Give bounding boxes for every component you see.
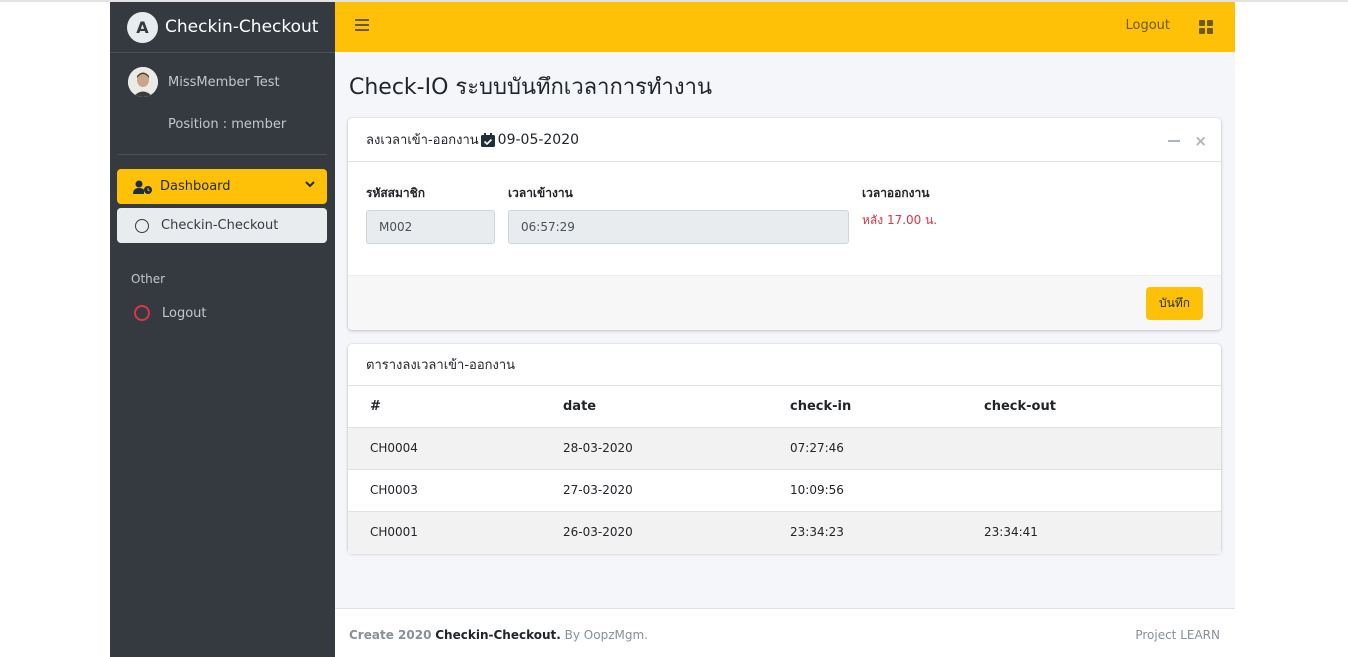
brand-logo-icon: A (127, 11, 158, 43)
card-title: ตารางลงเวลาเข้า-ออกงาน (348, 344, 1221, 386)
cell-date: 27-03-2020 (563, 483, 633, 497)
member-id-label: รหัสสมาชิก (366, 186, 426, 200)
sidebar-item-logout[interactable]: Logout (134, 305, 207, 321)
card-title: ลงเวลาเข้า-ออกงาน (366, 133, 479, 148)
save-button[interactable]: บันทึก (1146, 287, 1203, 320)
cell-id: CH0004 (370, 441, 418, 455)
cell-checkout: 23:34:41 (984, 525, 1038, 539)
calendar-check-icon (480, 132, 495, 147)
card-tools: × (1168, 132, 1207, 150)
column-header[interactable]: check-in (790, 399, 851, 414)
checkin-time-label: เวลาเข้างาน (508, 186, 573, 200)
circle-icon (135, 218, 149, 233)
page-footer: Create 2020 Checkin-Checkout. By OopzMgm… (335, 608, 1235, 657)
user-name[interactable]: MissMember Test (168, 75, 280, 90)
cell-id: CH0001 (370, 525, 418, 539)
column-header[interactable]: check-out (984, 399, 1056, 414)
table-header: # date check-in check-out (348, 386, 1221, 428)
avatar[interactable] (128, 67, 158, 97)
column-header[interactable]: date (563, 399, 596, 414)
footer-app-link[interactable]: Checkin-Checkout. (435, 628, 561, 642)
table-row[interactable]: CH0004 28-03-2020 07:27:46 (348, 428, 1221, 470)
history-card: ตารางลงเวลาเข้า-ออกงาน # date check-in c… (348, 344, 1221, 554)
brand-link[interactable]: A Checkin-Checkout (110, 2, 335, 53)
cell-checkin: 23:34:23 (790, 525, 844, 539)
sidebar-item-dashboard[interactable]: Dashboard (117, 169, 327, 204)
sidebar-item-label: Dashboard (160, 179, 231, 194)
footer-author: By OopzMgm. (564, 628, 648, 642)
menu-toggle-icon[interactable] (355, 19, 369, 33)
table-row[interactable]: CH0001 26-03-2020 23:34:23 23:34:41 (348, 512, 1221, 554)
table-row[interactable]: CH0003 27-03-2020 10:09:56 (348, 470, 1221, 512)
sidebar-header-other: Other (131, 272, 166, 286)
grid-icon[interactable] (1199, 20, 1213, 34)
circle-icon (134, 305, 150, 321)
user-position: Position : member (168, 117, 287, 132)
checkout-time-label: เวลาออกงาน (862, 186, 930, 200)
navbar-logout-link[interactable]: Logout (1125, 18, 1170, 33)
checkin-card: ลงเวลาเข้า-ออกงาน 09-05-2020 × รหัสสมาชิ… (348, 118, 1221, 330)
cell-checkin: 07:27:46 (790, 441, 844, 455)
user-panel: MissMember Test Position : member (118, 53, 327, 155)
app-shell: A Checkin-Checkout MissMember Test Posit… (110, 2, 1235, 657)
footer-credit: Create 2020 Checkin-Checkout. By OopzMgm… (349, 628, 648, 642)
user-clock-icon (133, 180, 152, 194)
footer-project: Project LEARN (1135, 628, 1220, 642)
card-date: 09-05-2020 (497, 131, 580, 148)
checkin-time-field[interactable]: 06:57:29 (508, 210, 849, 244)
close-icon[interactable]: × (1194, 132, 1207, 150)
card-header: ลงเวลาเข้า-ออกงาน 09-05-2020 × (348, 118, 1221, 162)
checkout-note: หลัง 17.00 น. (862, 213, 938, 227)
column-header[interactable]: # (370, 399, 381, 414)
sidebar-item-checkin-checkout[interactable]: Checkin-Checkout (117, 208, 327, 243)
page-title: Check-IO ระบบบันทึกเวลาการทำงาน (349, 75, 712, 100)
cell-checkin: 10:09:56 (790, 483, 844, 497)
cell-date: 26-03-2020 (563, 525, 633, 539)
collapse-icon[interactable] (1168, 140, 1181, 142)
top-navbar: Logout (335, 2, 1235, 52)
brand-name: Checkin-Checkout (165, 17, 319, 37)
cell-id: CH0003 (370, 483, 418, 497)
chevron-down-icon (305, 181, 315, 188)
sidebar: A Checkin-Checkout MissMember Test Posit… (110, 2, 335, 657)
cell-date: 28-03-2020 (563, 441, 633, 455)
footer-prefix: Create 2020 (349, 628, 432, 642)
sidebar-item-label: Logout (162, 305, 207, 321)
member-id-field[interactable]: M002 (366, 210, 495, 244)
sidebar-item-label: Checkin-Checkout (161, 218, 279, 233)
card-footer: บันทึก (348, 275, 1221, 330)
